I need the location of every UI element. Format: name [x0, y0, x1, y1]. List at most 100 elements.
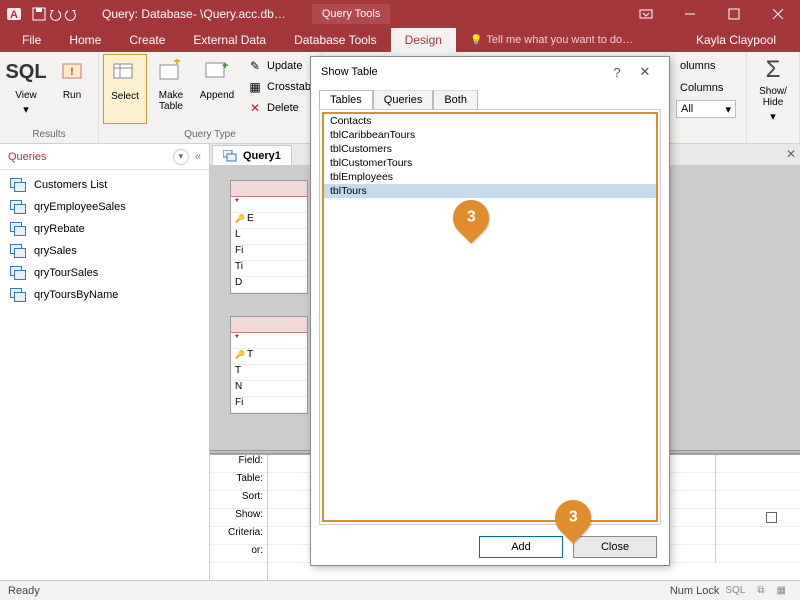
checkbox[interactable]: [766, 512, 777, 523]
tab-database-tools[interactable]: Database Tools: [280, 28, 391, 52]
maximize-button[interactable]: [712, 0, 756, 28]
tab-design[interactable]: Design: [391, 28, 456, 52]
qbe-column[interactable]: [716, 455, 800, 563]
tab-external-data[interactable]: External Data: [179, 28, 280, 52]
ribbon-tabs: File Home Create External Data Database …: [0, 28, 800, 52]
run-icon: !: [56, 56, 88, 88]
dialog-body: ContactstblCaribbeanTourstblCustomerstbl…: [319, 109, 661, 525]
navpane-item[interactable]: qryRebate: [0, 218, 209, 240]
qbe-label: Field:: [210, 455, 267, 473]
qbe-row-labels: Field:Table:Sort:Show:Criteria:or:: [210, 455, 268, 580]
qbe-cell[interactable]: [716, 527, 800, 545]
view-sql-button[interactable]: SQL: [719, 585, 751, 596]
update-icon: ✎: [247, 58, 263, 74]
query-icon: [223, 150, 237, 162]
view-button[interactable]: SQL View ▾: [4, 54, 48, 124]
list-item[interactable]: tblCustomers: [324, 142, 656, 156]
dialog-tab-tables[interactable]: Tables: [319, 90, 373, 109]
list-item[interactable]: tblCustomerTours: [324, 156, 656, 170]
ribbon-group-right: olumns Columns All▾: [665, 52, 747, 143]
return-combo[interactable]: All▾: [676, 100, 736, 118]
update-button[interactable]: ✎Update: [243, 56, 315, 76]
chevron-down-icon: ▾: [725, 103, 731, 116]
tab-file[interactable]: File: [8, 28, 55, 52]
context-tab-label: Query Tools: [312, 4, 391, 24]
query-icon: [10, 266, 26, 280]
query-icon: [10, 178, 26, 192]
list-item[interactable]: tblEmployees: [324, 170, 656, 184]
qbe-label: Criteria:: [210, 527, 267, 545]
close-button[interactable]: Close: [573, 536, 657, 558]
sql-icon: SQL: [10, 56, 42, 88]
qbe-label: or:: [210, 545, 267, 563]
redo-icon[interactable]: [64, 7, 78, 21]
table-card[interactable]: * E L Fi Ti D: [230, 180, 308, 294]
dialog-help-button[interactable]: ?: [603, 65, 631, 80]
show-table-dialog: Show Table ? ✕ Tables Queries Both Conta…: [310, 56, 670, 566]
qbe-cell[interactable]: [716, 509, 800, 527]
navpane-item[interactable]: Customers List: [0, 174, 209, 196]
crosstab-icon: ▦: [247, 79, 263, 95]
tab-create[interactable]: Create: [115, 28, 179, 52]
totals-button[interactable]: Σ Show/ Hide ▾: [751, 54, 795, 124]
list-item[interactable]: tblTours: [324, 184, 656, 198]
chevron-down-icon: ▾: [23, 103, 29, 116]
query-icon: [10, 288, 26, 302]
undo-icon[interactable]: [48, 7, 62, 21]
run-button[interactable]: ! Run: [50, 54, 94, 124]
app-icon: A: [0, 0, 28, 28]
qbe-label: Table:: [210, 473, 267, 491]
view-design-button[interactable]: ⧉: [751, 585, 770, 596]
user-name[interactable]: Kayla Claypool: [682, 28, 790, 52]
append-button[interactable]: + Append: [195, 54, 239, 124]
table-card[interactable]: * T T N Fi: [230, 316, 308, 414]
list-item[interactable]: tblCaribbeanTours: [324, 128, 656, 142]
navpane-filter-icon[interactable]: ▾: [173, 149, 189, 165]
titlebar: A Query: Database- \Query.acc.db… Query …: [0, 0, 800, 28]
view-datasheet-button[interactable]: ▦: [771, 585, 792, 596]
dialog-titlebar[interactable]: Show Table ? ✕: [311, 57, 669, 87]
list-item[interactable]: Contacts: [324, 114, 656, 128]
tab-home[interactable]: Home: [55, 28, 115, 52]
select-icon: [109, 57, 141, 89]
delete-button[interactable]: ✕Delete: [243, 98, 315, 118]
minimize-button[interactable]: [668, 0, 712, 28]
save-icon[interactable]: [32, 7, 46, 21]
tables-listbox[interactable]: ContactstblCaribbeanTourstblCustomerstbl…: [322, 112, 658, 522]
crosstab-button[interactable]: ▦Crosstab: [243, 77, 315, 97]
status-ready: Ready: [8, 585, 40, 597]
navpane-collapse-icon[interactable]: «: [195, 151, 201, 163]
dialog-tab-both[interactable]: Both: [433, 90, 478, 109]
maketable-button[interactable]: Make Table: [149, 54, 193, 124]
query-icon: [10, 200, 26, 214]
navpane-header[interactable]: Queries ▾ «: [0, 144, 209, 170]
dialog-close-icon[interactable]: ✕: [631, 64, 659, 80]
svg-text:+: +: [222, 60, 228, 72]
quick-access-toolbar: [28, 7, 82, 21]
navpane-item[interactable]: qryToursByName: [0, 284, 209, 306]
sigma-icon: Σ: [757, 56, 789, 84]
document-tab-query1[interactable]: Query1: [212, 145, 292, 165]
close-window-button[interactable]: [756, 0, 800, 28]
select-querytype-button[interactable]: Select: [103, 54, 147, 124]
window-title: Query: Database- \Query.acc.db…: [82, 7, 306, 21]
ribbon-group-results: SQL View ▾ ! Run Results: [0, 52, 99, 143]
ribbon-group-querytype: Select Make Table + Append ✎Update ▦Cros…: [99, 52, 322, 143]
tell-me-search[interactable]: Tell me what you want to do…: [456, 28, 647, 52]
navpane-item[interactable]: qrySales: [0, 240, 209, 262]
qbe-cell[interactable]: [716, 491, 800, 509]
columns-partial-label: olumns: [676, 56, 719, 76]
qbe-cell[interactable]: [716, 455, 800, 473]
status-numlock: Num Lock: [670, 585, 720, 597]
ribbon-options-icon[interactable]: [624, 0, 668, 28]
ribbon-group-showhide: Σ Show/ Hide ▾: [747, 52, 800, 143]
navpane-item[interactable]: qryEmployeeSales: [0, 196, 209, 218]
add-button[interactable]: Add: [479, 536, 563, 558]
dialog-tab-queries[interactable]: Queries: [373, 90, 434, 109]
navpane-item[interactable]: qryTourSales: [0, 262, 209, 284]
status-bar: Ready Num Lock SQL ⧉ ▦: [0, 580, 800, 600]
document-close-button[interactable]: ✕: [786, 147, 796, 161]
qbe-cell[interactable]: [716, 545, 800, 563]
qbe-cell[interactable]: [716, 473, 800, 491]
svg-text:A: A: [10, 9, 18, 21]
